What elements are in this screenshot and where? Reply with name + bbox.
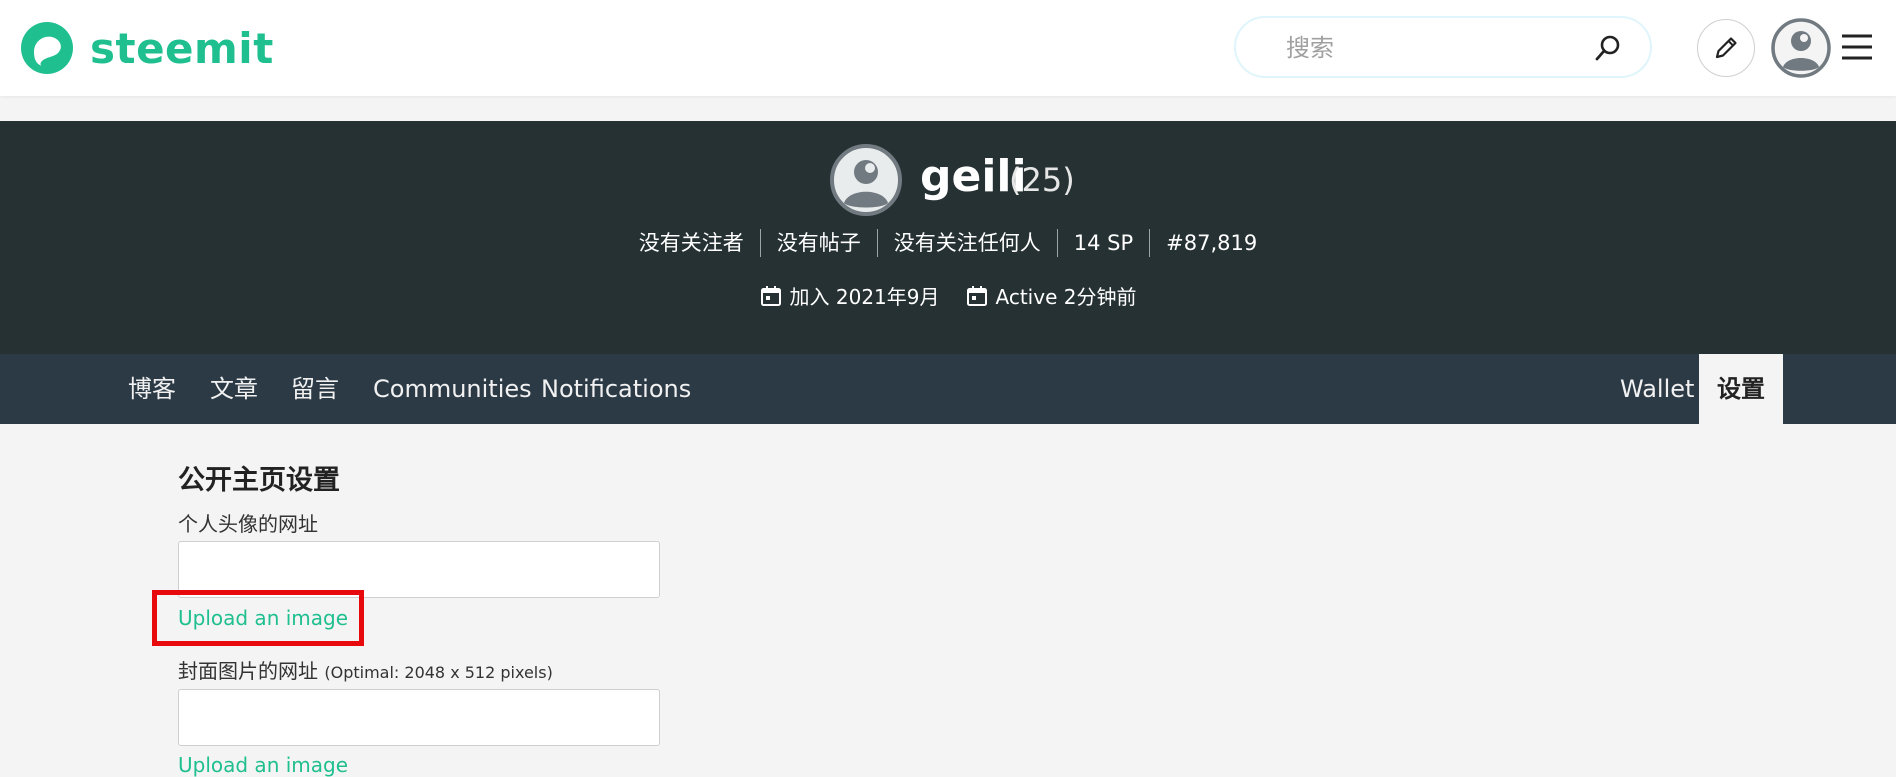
cover-url-label-text: 封面图片的网址: [178, 659, 318, 683]
calendar-icon: [760, 285, 781, 306]
following-count[interactable]: 没有关注任何人: [878, 229, 1057, 257]
tab-comments[interactable]: 留言: [291, 354, 339, 424]
profile-banner: geili (25) 没有关注者 没有帖子 没有关注任何人 14 SP #87,…: [0, 121, 1896, 354]
tab-notifications[interactable]: Notifications: [541, 354, 691, 424]
brand-name: steemit: [90, 23, 274, 73]
cover-url-hint: (Optimal: 2048 x 512 pixels): [324, 663, 553, 682]
rank: #87,819: [1166, 231, 1258, 255]
pencil-icon: [1715, 37, 1737, 59]
active-info: Active 2分钟前: [966, 281, 1137, 310]
joined-info: 加入 2021年9月: [760, 281, 940, 310]
highlight-annotation: [152, 590, 364, 646]
tab-settings[interactable]: 设置: [1699, 354, 1783, 424]
search-box[interactable]: [1234, 16, 1652, 78]
profile-reputation: (25): [1009, 161, 1075, 199]
active-text: Active 2分钟前: [995, 285, 1137, 309]
tab-blog[interactable]: 博客: [128, 354, 176, 424]
hamburger-menu-icon[interactable]: [1840, 30, 1874, 64]
steemit-logo[interactable]: steemit: [18, 18, 274, 78]
profile-stats: 没有关注者 没有帖子 没有关注任何人 14 SP #87,819: [0, 229, 1896, 257]
upload-cover-link[interactable]: Upload an image: [178, 753, 348, 777]
profile-tabs: 博客 文章 留言 Communities Notifications Walle…: [0, 354, 1896, 424]
calendar-icon: [966, 285, 987, 306]
submit-post-button[interactable]: [1697, 19, 1755, 77]
tab-posts[interactable]: 文章: [210, 354, 258, 424]
steem-power: 14 SP: [1073, 231, 1134, 255]
user-avatar-icon[interactable]: [1770, 17, 1832, 79]
posts-count: 没有帖子: [776, 231, 861, 255]
top-header: steemit: [0, 0, 1896, 96]
steemit-logo-icon: [21, 22, 73, 74]
cover-url-label: 封面图片的网址 (Optimal: 2048 x 512 pixels): [178, 655, 553, 684]
cover-url-input[interactable]: [178, 689, 660, 746]
joined-text: 加入 2021年9月: [789, 285, 940, 309]
tab-wallet[interactable]: Wallet: [1620, 354, 1694, 424]
tab-communities[interactable]: Communities: [373, 354, 532, 424]
section-title: 公开主页设置: [178, 465, 340, 496]
profile-avatar-icon: [830, 144, 902, 216]
avatar-url-label: 个人头像的网址: [178, 512, 318, 536]
search-input[interactable]: [1284, 30, 1578, 66]
search-icon[interactable]: [1592, 32, 1624, 64]
followers-count[interactable]: 没有关注者: [623, 229, 760, 257]
profile-meta: 加入 2021年9月 Active 2分钟前: [0, 281, 1896, 310]
